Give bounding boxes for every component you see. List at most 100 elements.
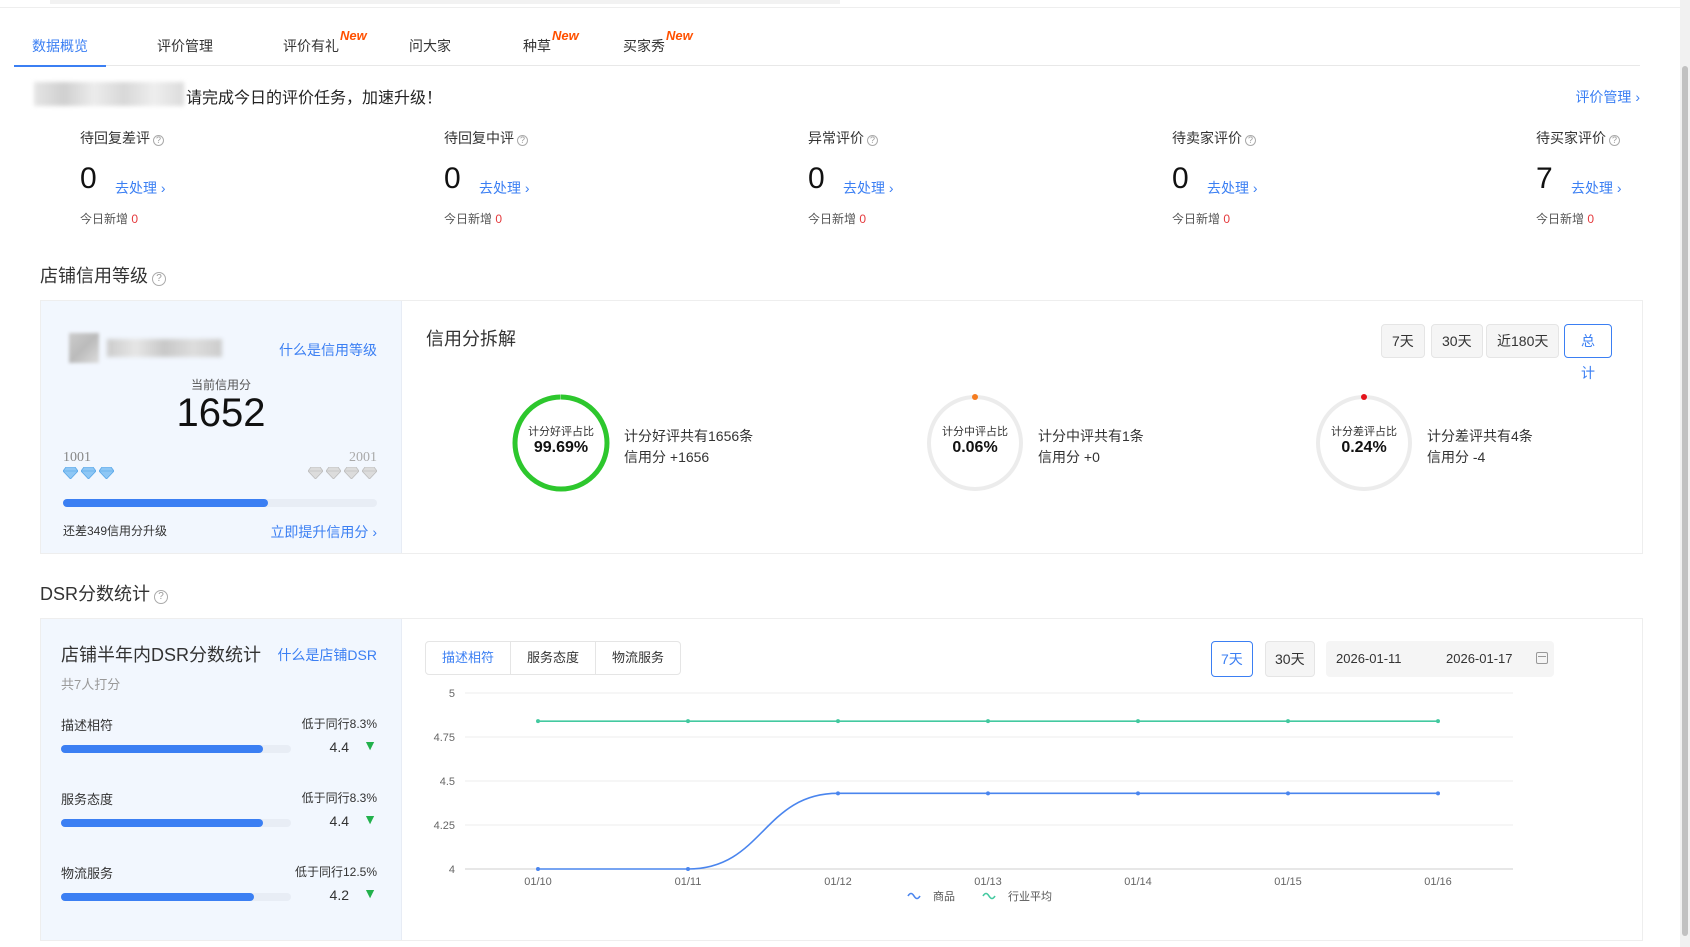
dsr-card-title: 店铺半年内DSR分数统计	[61, 645, 262, 665]
level-low-value: 1001	[63, 450, 91, 465]
go-handle-link[interactable]: 去处理 ›	[1207, 178, 1258, 198]
credit-section-title: 店铺信用等级?	[40, 262, 166, 288]
legend-icon	[982, 892, 996, 900]
review-management-link[interactable]: 评价管理 ›	[1575, 87, 1640, 107]
x-tick-label: 01/16	[1424, 876, 1452, 888]
dsr-row-bar-fill	[61, 893, 255, 901]
today-label: 今日新增	[1172, 212, 1221, 226]
stat-label: 待买家评价	[1536, 130, 1606, 146]
tab-seeding[interactable]: 种草 New	[523, 28, 579, 66]
tab-label: 评价管理	[157, 38, 213, 54]
dsr-row-name: 物流服务	[61, 866, 114, 881]
tab-buyer-show[interactable]: 买家秀 New	[623, 28, 693, 66]
credit-panel: 什么是信用等级 当前信用分 1652 1001 2001 还差349信用分升级 …	[40, 300, 1643, 554]
dsr-row-score: 4.4	[329, 813, 349, 829]
top-bar	[0, 0, 1690, 8]
legend-icon	[907, 892, 921, 900]
go-handle-link[interactable]: 去处理 ›	[479, 178, 530, 198]
dsr-row-logistics: 物流服务 低于同行12.5% 4.2 ▼	[61, 863, 377, 923]
data-point	[1136, 719, 1140, 724]
what-is-credit-link[interactable]: 什么是信用等级	[279, 340, 377, 360]
period-180d-button[interactable]: 近180天	[1486, 324, 1560, 358]
tab-review-gift[interactable]: 评价有礼 New	[283, 28, 367, 66]
data-point	[1136, 791, 1140, 796]
help-icon[interactable]: ?	[1245, 135, 1256, 146]
dsr-summary-card: 店铺半年内DSR分数统计 什么是店铺DSR 共7人打分 描述相符 低于同行8.3…	[41, 619, 402, 940]
section-title-text: 店铺信用等级	[40, 266, 148, 286]
negative-ratio-desc: 计分差评共有4条 信用分 -4	[1427, 426, 1533, 468]
tab-label: 问大家	[409, 38, 451, 54]
dsr-row-score: 4.4	[329, 739, 349, 755]
dsr-row-score: 4.2	[329, 887, 349, 903]
credit-breakdown-title: 信用分拆解	[426, 329, 516, 349]
new-badge: New	[552, 28, 579, 43]
scrollbar[interactable]	[1680, 0, 1690, 947]
x-tick-label: 01/12	[824, 876, 852, 888]
tab-overview[interactable]: 数据概览	[14, 36, 106, 67]
help-icon[interactable]: ?	[154, 590, 169, 604]
dsr-section-title: DSR分数统计?	[40, 580, 169, 606]
y-tick-label: 4.25	[434, 820, 455, 832]
credit-progress-fill	[63, 499, 268, 507]
stat-value: 7	[1536, 162, 1553, 195]
dsr-row-name: 描述相符	[61, 718, 114, 733]
data-point	[836, 791, 840, 796]
today-new: 今日新增 0	[1172, 210, 1230, 227]
dsr-row-bar-fill	[61, 745, 264, 753]
scrollbar-thumb[interactable]	[1682, 66, 1688, 936]
y-tick-label: 4.5	[440, 776, 455, 788]
help-icon[interactable]: ?	[152, 272, 166, 286]
credit-progress-bar	[63, 499, 377, 507]
stat-value: 0	[80, 162, 97, 195]
data-point	[986, 719, 990, 724]
data-point	[1436, 719, 1440, 724]
diamond-icon	[99, 467, 114, 479]
stat-value: 0	[1172, 162, 1189, 195]
dsr-line-chart: 4 4.25 4.5 4.75 5 01/10 01/11 01/12 01/13 01/14 01…	[434, 688, 1513, 903]
tab-review-management[interactable]: 评价管理	[157, 36, 213, 66]
tab-label: 种草	[523, 38, 551, 54]
what-is-dsr-link[interactable]: 什么是店铺DSR	[277, 645, 377, 665]
go-handle-link[interactable]: 去处理 ›	[1571, 178, 1622, 198]
dsr-row-compare: 低于同行8.3%	[301, 717, 377, 731]
data-point	[686, 719, 690, 724]
tab-ask-everyone[interactable]: 问大家	[409, 36, 451, 66]
period-30d-button[interactable]: 30天	[1431, 324, 1483, 358]
help-icon[interactable]: ?	[153, 135, 164, 146]
positive-ratio-ring: 计分好评占比 99.69%	[511, 393, 611, 493]
dsr-row-description: 描述相符 低于同行8.3% 4.4 ▼	[61, 715, 377, 775]
credit-level-card: 什么是信用等级 当前信用分 1652 1001 2001 还差349信用分升级 …	[41, 301, 402, 553]
dsr-row-bar	[61, 893, 291, 901]
legend-label: 商品	[933, 889, 955, 903]
data-point	[1286, 791, 1290, 796]
ring-dot	[972, 394, 978, 400]
stat-pending-negative: 待回复差评? 0 去处理 › 今日新增 0	[80, 128, 280, 228]
go-handle-link[interactable]: 去处理 ›	[843, 178, 894, 198]
stat-label: 待卖家评价	[1172, 130, 1242, 146]
dsr-row-bar-fill	[61, 819, 264, 827]
raters-count: 共7人打分	[61, 677, 121, 692]
diamond-icon	[326, 467, 341, 479]
stat-label: 异常评价	[808, 130, 864, 146]
data-point	[836, 719, 840, 724]
y-tick-label: 4.75	[434, 732, 455, 744]
help-icon[interactable]: ?	[517, 135, 528, 146]
y-tick-label: 5	[449, 688, 455, 700]
today-label: 今日新增	[1536, 212, 1585, 226]
level-low-diamonds	[63, 467, 114, 479]
period-7d-button[interactable]: 7天	[1381, 324, 1425, 358]
help-icon[interactable]: ?	[867, 135, 878, 146]
today-count: 0	[1223, 212, 1231, 226]
dsr-chart-area: 描述相符 服务态度 物流服务 7天 30天 2026-01-11 2026-01…	[403, 619, 1642, 940]
period-total-button[interactable]: 总计	[1564, 324, 1612, 381]
ring-label: 计分中评占比	[942, 426, 1008, 438]
data-point	[536, 719, 540, 724]
x-tick-label: 01/14	[1124, 876, 1152, 888]
top-bar-shade	[50, 0, 840, 4]
ring-dot	[1361, 394, 1367, 400]
stat-abnormal: 异常评价? 0 去处理 › 今日新增 0	[808, 128, 1008, 228]
go-handle-link[interactable]: 去处理 ›	[115, 178, 166, 198]
today-label: 今日新增	[808, 212, 857, 226]
help-icon[interactable]: ?	[1609, 135, 1620, 146]
boost-credit-link[interactable]: 立即提升信用分 ›	[270, 522, 377, 542]
